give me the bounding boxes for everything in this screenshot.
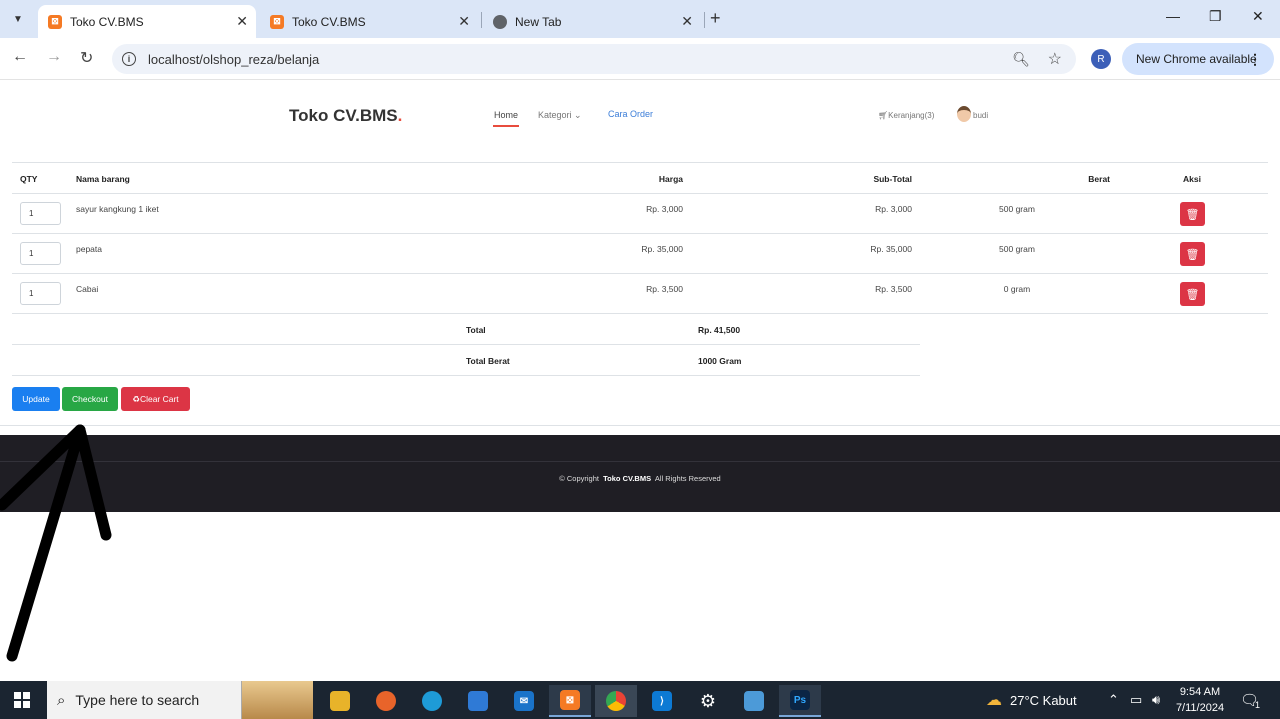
firefox-icon[interactable] bbox=[365, 685, 407, 717]
settings-gear-icon[interactable]: ⚙ bbox=[687, 685, 729, 717]
search-icon: ⌕ bbox=[57, 691, 66, 709]
edge-icon[interactable] bbox=[411, 685, 453, 717]
clock-date: 7/11/2024 bbox=[1175, 702, 1225, 714]
mail-icon[interactable]: ✉ bbox=[503, 685, 545, 717]
windows-taskbar: ⌕ Type here to search ✉ ⊠ ⟩ ⚙ Ps ☁ 27°C … bbox=[0, 681, 1280, 719]
annotation-arrow-icon bbox=[0, 424, 112, 662]
taskbar-search-box[interactable]: ⌕ Type here to search bbox=[47, 681, 313, 719]
vscode-icon[interactable]: ⟩ bbox=[641, 685, 683, 717]
search-highlight-image bbox=[241, 681, 313, 719]
xampp-taskbar-icon[interactable]: ⊠ bbox=[549, 685, 591, 717]
battery-icon[interactable]: ▭ bbox=[1130, 681, 1142, 719]
file-explorer-icon[interactable] bbox=[319, 685, 361, 717]
microsoft-store-icon[interactable] bbox=[457, 685, 499, 717]
search-placeholder: Type here to search bbox=[75, 692, 200, 708]
weather-text: 27°C Kabut bbox=[1010, 692, 1077, 708]
clock-time: 9:54 AM bbox=[1179, 686, 1221, 698]
notifications-icon[interactable]: 🗨︎ 1 bbox=[1240, 681, 1260, 719]
volume-icon[interactable]: 🔊︎ bbox=[1152, 681, 1160, 719]
taskbar-clock[interactable]: 9:54 AM 7/11/2024 bbox=[1172, 684, 1228, 716]
notification-count: 1 bbox=[1255, 700, 1261, 710]
tray-overflow-icon[interactable]: ⌃ bbox=[1108, 681, 1119, 719]
chrome-taskbar-icon[interactable] bbox=[595, 685, 637, 717]
weather-widget[interactable]: ☁ 27°C Kabut bbox=[986, 681, 1077, 719]
weather-icon: ☁ bbox=[986, 692, 1002, 709]
windows-start-icon[interactable] bbox=[14, 692, 30, 708]
photoshop-icon[interactable]: Ps bbox=[779, 685, 821, 717]
remote-desktop-icon[interactable] bbox=[733, 685, 775, 717]
